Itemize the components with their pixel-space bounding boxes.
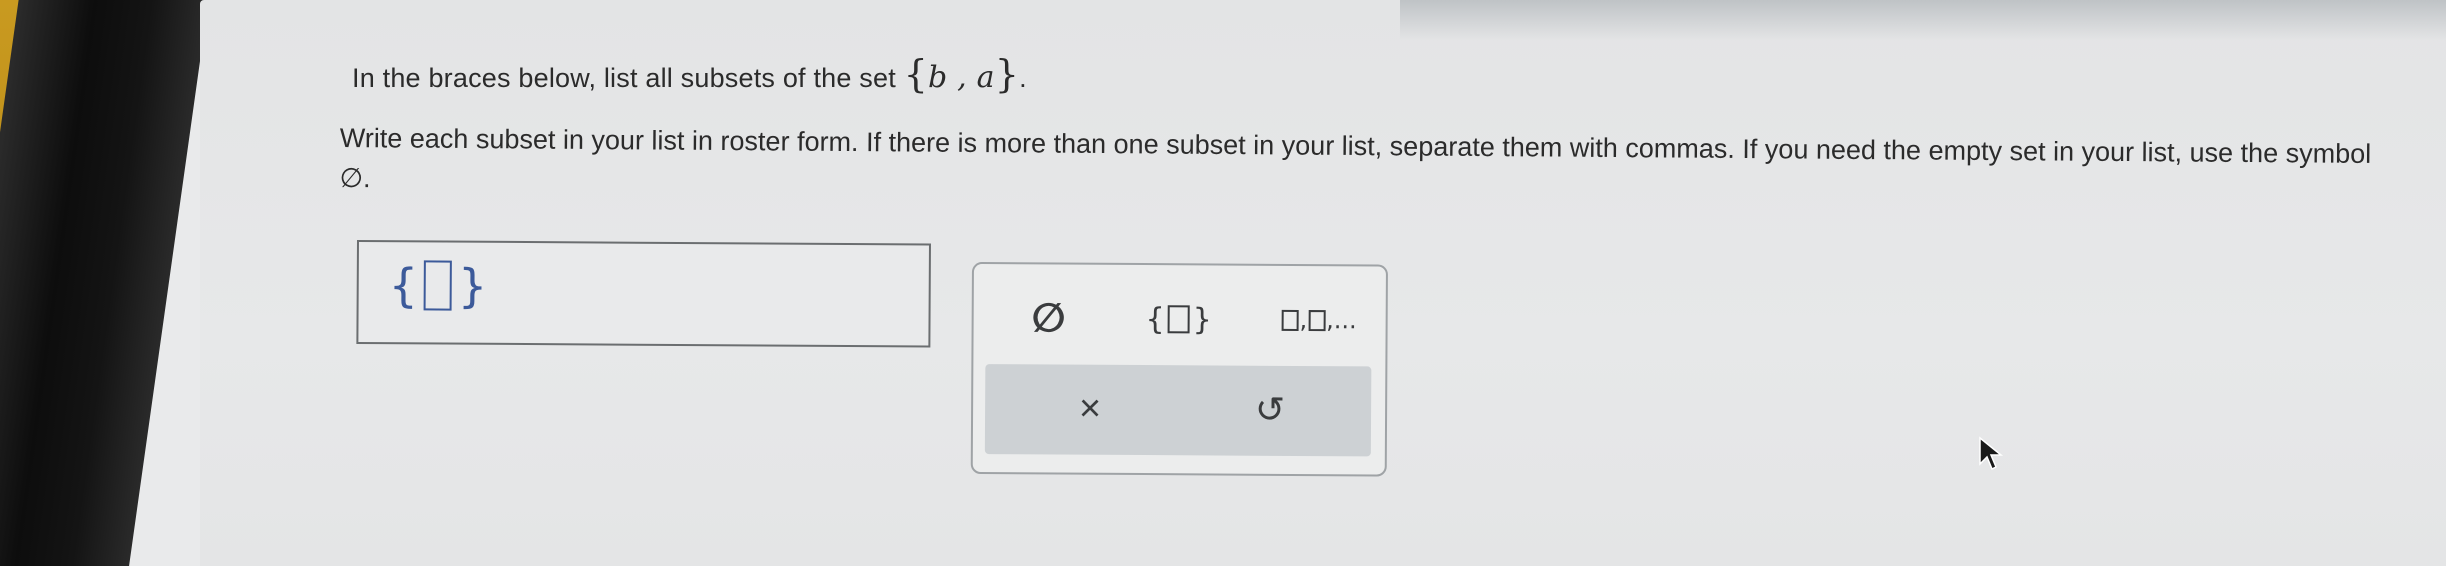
answer-input[interactable]: { } <box>356 240 931 348</box>
given-set: {b , a} <box>903 52 1020 96</box>
mouse-pointer-icon <box>1979 436 2004 471</box>
math-palette: ∅ {} ,,... × ↺ <box>970 262 1388 477</box>
device-bezel <box>0 0 210 566</box>
question-prompt: In the braces below, list all subsets of… <box>352 52 1027 96</box>
close-icon: × <box>1078 387 1102 430</box>
empty-set-button[interactable]: ∅ <box>1013 288 1083 348</box>
clear-button[interactable]: × <box>1055 379 1125 439</box>
undo-button[interactable]: ↺ <box>1235 380 1305 440</box>
undo-icon: ↺ <box>1254 388 1286 430</box>
question-instructions: Write each subset in your list in roster… <box>339 122 2372 194</box>
placeholder-box-icon <box>1167 305 1190 334</box>
braces-button[interactable]: {} <box>1133 289 1223 350</box>
palette-symbols-row: ∅ {} ,,... <box>973 282 1385 355</box>
placeholder-box-icon <box>1281 309 1299 331</box>
answer-placeholder-box[interactable] <box>423 260 453 311</box>
palette-actions-row: × ↺ <box>984 364 1372 457</box>
answer-expression[interactable]: { } <box>389 258 488 313</box>
empty-set-icon: ∅ <box>1031 296 1066 341</box>
list-button[interactable]: ,,... <box>1263 290 1373 351</box>
placeholder-box-icon <box>1308 309 1326 331</box>
